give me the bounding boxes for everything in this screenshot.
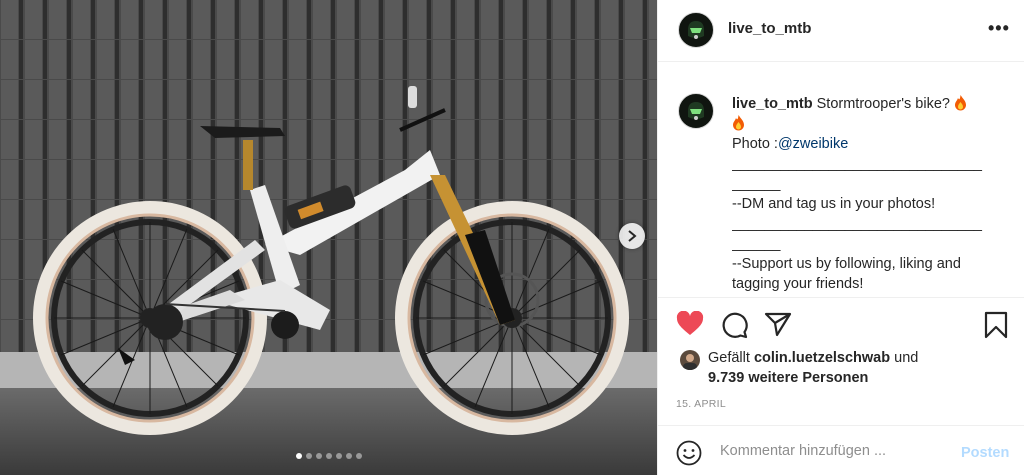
dm-line: --DM and tag us in your photos! [732,196,936,212]
helmet-logo-icon [688,102,704,120]
likes-others-link[interactable]: 9.739 weitere Personen [708,370,868,386]
comment-icon[interactable] [720,311,748,339]
more-options-button[interactable]: ••• [988,18,1010,39]
caption-username[interactable]: live_to_mtb [732,96,813,112]
liker-username[interactable]: colin.luetzelschwab [754,350,890,366]
carousel-dot [355,453,362,459]
post-date[interactable]: 15. APRIL [676,398,726,410]
photo-credit-prefix: Photo : [732,136,778,152]
smiley-icon[interactable] [676,440,702,466]
author-username[interactable]: live_to_mtb [728,20,811,37]
likes-suffix: und [890,350,919,366]
support-line-1: --Support us by following, liking and [732,256,961,272]
caption-section: live_to_mtb Stormtrooper's bike? Photo :… [658,78,1024,293]
carousel-dot [335,453,342,459]
post-header: live_to_mtb ••• [658,0,1024,62]
paper-plane-icon[interactable] [764,311,792,337]
likes-prefix: Gefällt [708,350,754,366]
caption-line-1: Stormtrooper's bike? [816,96,954,112]
carousel-dot [315,453,322,459]
carousel-dot [295,453,302,459]
carousel-dots [0,453,657,459]
next-image-button[interactable] [619,223,645,249]
photo-credit-mention[interactable]: @zweibike [778,136,848,152]
caption-author-avatar[interactable] [678,93,714,129]
comment-input[interactable] [720,443,945,459]
caption-text: live_to_mtb Stormtrooper's bike? Photo :… [732,94,1004,293]
carousel-dot [325,453,332,459]
liker-avatar-image [683,354,697,370]
carousel-dot [305,453,312,459]
helmet-logo-icon [688,21,704,39]
separator-line: _______________________________ [732,216,982,232]
separator-line: ______ [732,236,781,252]
likes-line-1: Gefällt colin.luetzelschwab und [708,350,918,366]
bike-photo-image [0,0,657,475]
comment-bar: Posten [658,425,1024,475]
fire-emoji-icon [733,115,744,131]
support-line-2: tagging your friends! [732,276,864,292]
carousel-dot [345,453,352,459]
heart-icon[interactable] [676,311,704,337]
author-avatar[interactable] [678,12,714,48]
post-photo[interactable] [0,0,657,475]
bookmark-icon[interactable] [984,311,1008,339]
actions-divider [658,297,1024,298]
chevron-right-icon [628,230,637,242]
fire-emoji-icon [954,95,966,111]
separator-line: _______________________________ [732,156,982,172]
post-comment-button[interactable]: Posten [961,445,1009,461]
liker-avatar[interactable] [680,350,700,370]
separator-line: ______ [732,176,781,192]
